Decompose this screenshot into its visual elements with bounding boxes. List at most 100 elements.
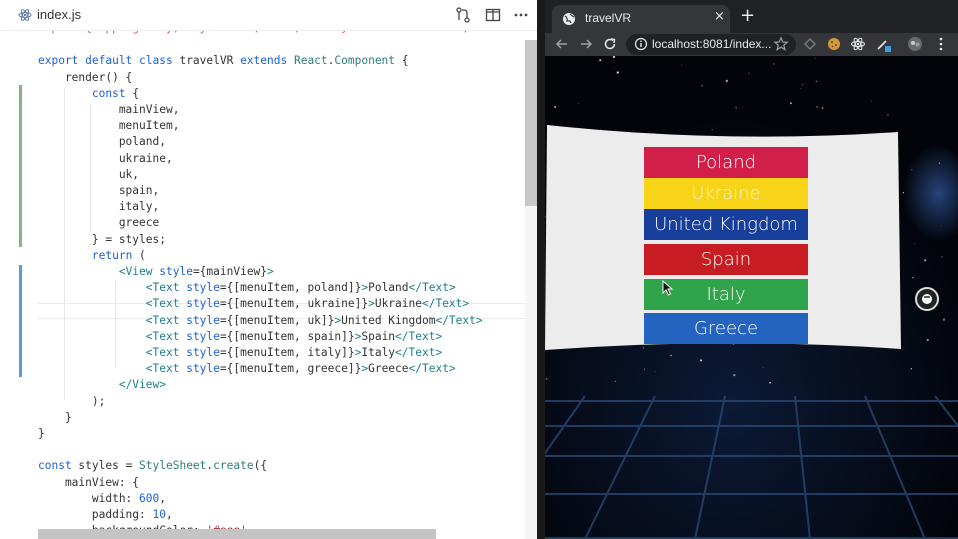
travel-menu-panel: Poland Ukraine United Kingdom Spain Ital… [545,56,958,539]
source-control-icon[interactable] [455,7,471,23]
new-tab-button[interactable]: + [740,5,755,27]
bookmark-star-icon[interactable] [773,36,789,52]
code-line[interactable]: menuItem, [38,118,180,134]
code-line[interactable]: return ( [38,248,146,264]
code-line[interactable]: render() { [38,70,132,86]
code-line[interactable]: <Text style={[menuItem, poland]}>Poland<… [38,280,456,296]
editor-tab-bar: index.js [0,0,537,31]
url-text[interactable]: localhost:8081/index... [652,37,771,51]
code-line[interactable]: poland, [38,134,166,150]
code-token: Spain [361,329,396,343]
code-token: 10 [152,508,166,521]
more-actions-icon[interactable] [513,7,529,23]
menu-item-spain[interactable]: Spain [644,244,808,275]
profile-avatar-icon[interactable] [907,36,923,52]
tab-close-icon[interactable]: × [714,9,725,24]
code-token: mainView, [38,103,180,116]
extension-icon[interactable] [802,36,818,52]
browser-menu-icon[interactable] [933,36,949,52]
code-line[interactable]: italy, [38,199,159,215]
code-line[interactable]: <View style={mainView}> [38,264,274,280]
gutter-change-marker [19,85,22,247]
code-token: width: [38,491,140,505]
code-token: menuItem, [38,119,180,133]
code-token: > [267,265,274,278]
code-token: style [186,362,220,376]
code-token: style [186,297,220,311]
code-token: ukraine, [38,151,173,165]
code-token: } [38,427,45,440]
code-line[interactable]: export default class travelVR extends Re… [38,53,409,69]
code-token: style [186,281,220,295]
vr-viewport[interactable]: Poland Ukraine United Kingdom Spain Ital… [545,56,958,539]
code-token: <Text [145,346,187,359]
code-line[interactable]: uk, [38,167,139,183]
code-token: StyleSheet [139,459,207,473]
editor-scroll-thumb[interactable] [525,40,537,206]
browser-tab-strip: travelVR × + [545,0,958,33]
code-token: style [159,265,193,278]
code-line[interactable]: ); [38,394,105,410]
info-icon[interactable] [634,37,648,51]
code-token: </Text> [435,313,483,327]
code-line[interactable]: const styles = StyleSheet.create({ [38,458,267,474]
vr-gaze-cursor-icon[interactable] [915,287,939,311]
cookie-extension-icon[interactable] [826,36,842,52]
code-line[interactable]: </View> [38,377,166,393]
forward-arrow-icon[interactable] [578,36,594,52]
menu-item-united-kingdom[interactable]: United Kingdom [644,209,808,240]
editor-horizontal-scroll-thumb[interactable] [38,529,436,539]
code-line[interactable]: padding: 10, [38,507,173,523]
code-token: Greece [368,362,409,376]
code-area[interactable]: import { AppRegistry, StyleSheet, Text, … [0,20,537,539]
code-line[interactable]: <Text style={[menuItem, uk]}>United King… [38,313,483,329]
code-line[interactable]: <Text style={[menuItem, italy]}>Italy</T… [38,345,442,361]
code-line[interactable]: mainView: { [38,475,139,491]
code-line[interactable]: } = styles; [38,232,166,248]
code-token: <Text [145,329,187,343]
menu-item-greece[interactable]: Greece [644,313,808,344]
code-token: greece [38,216,160,230]
code-line[interactable]: mainView, [38,102,180,118]
code-line[interactable]: <Text style={[menuItem, spain]}>Spain</T… [38,329,442,345]
split-editor-icon[interactable] [485,7,501,23]
pane-splitter[interactable] [537,0,545,539]
code-token: 600 [139,491,160,505]
eyedropper-extension-icon[interactable] [875,36,891,52]
code-token: <Text [145,362,187,376]
code-line[interactable]: } [38,410,72,426]
back-arrow-icon[interactable] [554,36,570,52]
code-line[interactable]: width: 600, [38,491,166,507]
browser-tab-title: travelVR [585,11,632,25]
react-devtools-icon[interactable] [850,36,866,52]
code-token: <Text [145,313,187,327]
code-line[interactable]: const { [38,86,139,102]
code-token: travelVR [179,54,241,68]
code-line[interactable]: greece [38,215,159,231]
code-token: style [186,346,220,359]
code-token: mainView: { [38,475,140,489]
code-token: ={[menuItem, italy]} [219,346,355,359]
editor-tab-title[interactable]: index.js [37,7,81,22]
browser-tab[interactable]: travelVR × [552,5,730,33]
code-token: <Text [145,281,187,295]
code-line[interactable]: } [38,426,45,442]
code-token: ={[menuItem, greece]} [219,362,362,376]
code-editor[interactable]: import { AppRegistry, StyleSheet, Text, … [0,0,537,539]
code-token: Poland [368,281,409,295]
code-token: export default class [38,54,180,68]
code-line[interactable]: ukraine, [38,151,173,167]
code-line[interactable]: spain, [38,183,159,199]
code-token: padding: [38,508,153,521]
menu-item-ukraine[interactable]: Ukraine [644,178,808,209]
menu-item-poland[interactable]: Poland [644,147,808,178]
code-token: Component [334,54,396,68]
code-token: ={[menuItem, ukraine]} [219,297,369,311]
code-line[interactable]: <Text style={[menuItem, greece]}>Greece<… [38,361,456,377]
reload-icon[interactable] [602,36,618,52]
address-bar[interactable]: localhost:8081/index... [626,34,796,55]
code-line[interactable]: <Text style={[menuItem, ukraine]}>Ukrain… [38,296,469,312]
